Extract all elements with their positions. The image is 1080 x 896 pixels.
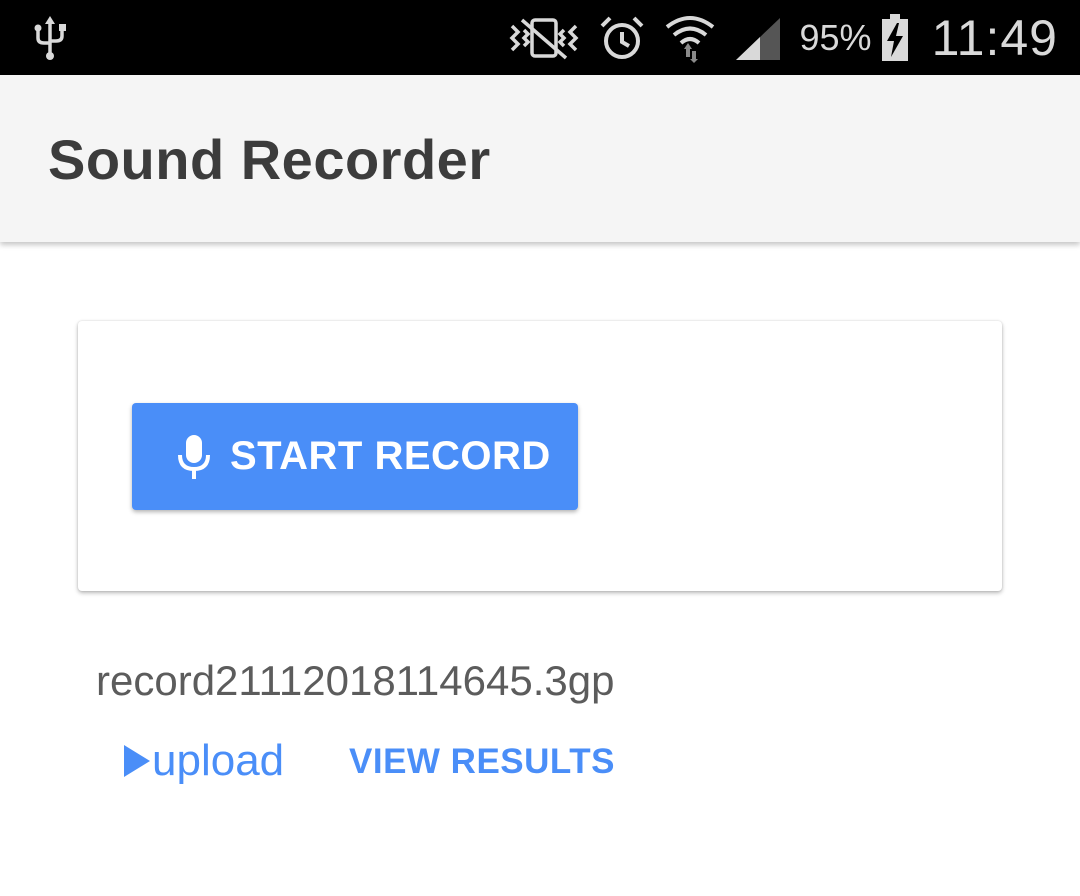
signal-icon	[735, 17, 780, 60]
wifi-icon	[665, 15, 714, 63]
clock: 11:49	[931, 9, 1058, 66]
view-results-button[interactable]: VIEW RESULTS	[349, 742, 615, 782]
upload-link[interactable]: upload	[122, 736, 284, 786]
battery-percent: 95%	[799, 16, 872, 58]
alarm-icon	[600, 16, 643, 59]
app-bar: Sound Recorder	[0, 75, 1080, 242]
battery-charging-icon	[881, 13, 908, 61]
record-card: START RECORD	[78, 321, 1002, 591]
start-record-button[interactable]: START RECORD	[132, 403, 578, 510]
recording-filename: record21112018114645.3gp	[96, 657, 615, 704]
status-bar: 95% 11:49	[0, 0, 1080, 75]
app-title: Sound Recorder	[48, 128, 491, 191]
vibrate-mute-icon	[509, 17, 578, 59]
start-record-label: START RECORD	[230, 434, 551, 478]
microphone-icon	[178, 434, 210, 479]
upload-label: upload	[152, 736, 285, 785]
play-icon	[124, 745, 150, 777]
usb-icon	[34, 16, 66, 60]
